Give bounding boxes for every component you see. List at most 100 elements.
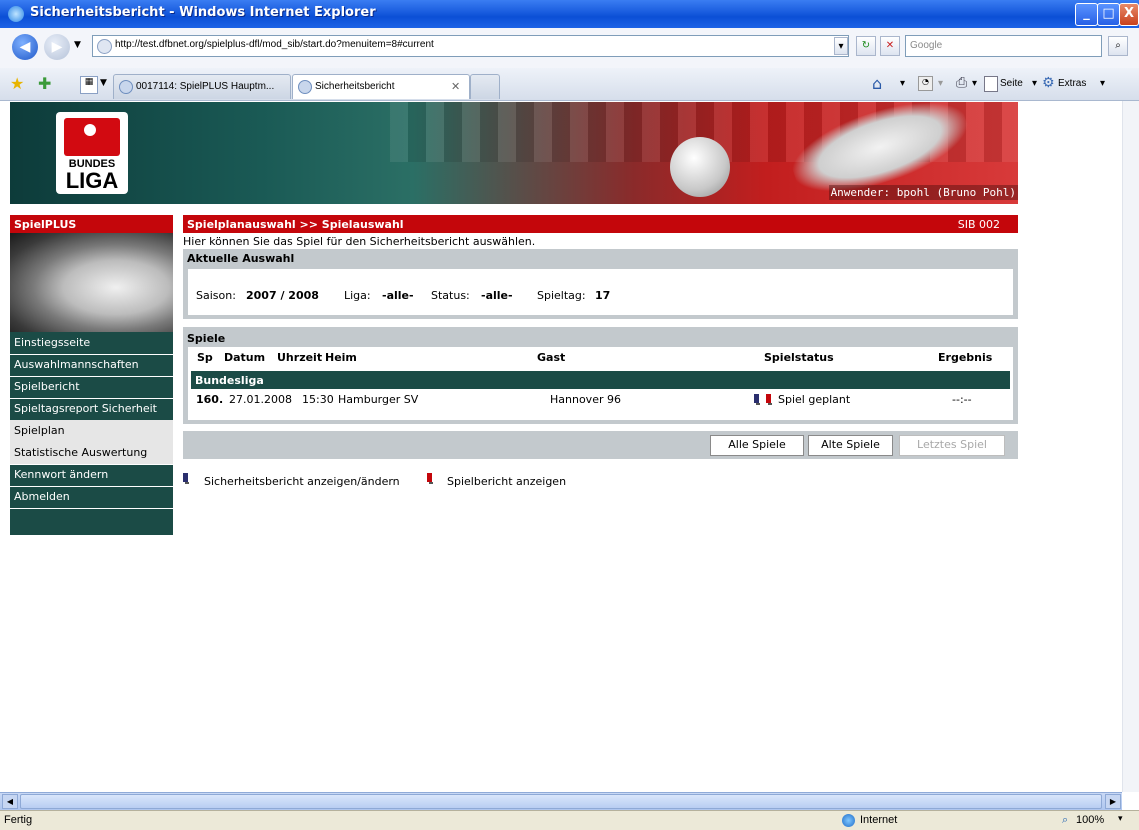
sidebar-item-statistische-auswertung[interactable]: Statistische Auswertung [10,442,173,465]
saison-label: Saison: [196,289,236,302]
forward-arrow-icon: ▶ [51,39,63,55]
refresh-button[interactable]: ↻ [856,36,876,56]
sidebar-item-spielplan[interactable]: Spielplan [10,420,173,443]
last-game-button[interactable]: Letztes Spiel [899,435,1005,456]
home-icon[interactable]: ⌂ [872,74,882,93]
intro-text: Hier können Sie das Spiel für den Sicher… [183,235,536,248]
extras-dropdown-icon[interactable]: ▾ [1100,78,1105,89]
cell-gast: Hannover 96 [550,393,621,406]
close-tab-icon[interactable]: ✕ [451,80,460,93]
url-text: http://test.dfbnet.org/spielplus-dfl/mod… [115,39,434,50]
url-dropdown-button[interactable]: ▾ [834,37,848,55]
extras-menu[interactable]: Extras [1058,78,1086,89]
tab-spielplus[interactable]: 0017114: SpielPLUS Hauptm... [113,74,291,99]
new-tab-button[interactable] [470,74,500,99]
cell-status: Spiel geplant [778,393,851,406]
football-image [670,137,730,197]
liga-label: Liga: [344,289,371,302]
sidebar-item-einstiegsseite[interactable]: Einstiegsseite [10,332,173,355]
scroll-thumb[interactable] [20,794,1102,809]
feeds-icon[interactable]: ◔ [918,76,933,91]
old-games-button[interactable]: Alte Spiele [808,435,893,456]
icon-legend: Sicherheitsbericht anzeigen/ändern Spiel… [183,473,783,489]
url-input[interactable]: http://test.dfbnet.org/spielplus-dfl/mod… [92,35,849,57]
legend-sicherheitsbericht: Sicherheitsbericht anzeigen/ändern [204,475,400,488]
quick-tabs-icon[interactable]: ▦ [80,76,98,94]
spieltag-value: 17 [595,289,611,302]
sidebar-item-spieltagsreport[interactable]: Spieltagsreport Sicherheit [10,398,173,421]
cell-uhrzeit: 15:30 [302,393,334,406]
status-bar: Fertig Internet ⌕ 100% ▾ [0,810,1139,830]
tab-list-dropdown-icon[interactable]: ▼ [100,78,107,88]
tab-sicherheitsbericht[interactable]: Sicherheitsbericht ✕ [292,74,470,99]
forward-button[interactable]: ▶ [44,34,70,60]
sicherheitsbericht-icon[interactable] [754,394,760,405]
sidebar-item-abmelden[interactable]: Abmelden [10,486,173,509]
spieltag-label: Spieltag: [537,289,586,302]
page-icon [97,39,112,54]
cell-sp: 160. [196,393,224,406]
globe-icon [842,814,855,827]
cell-heim: Hamburger SV [338,393,419,406]
maximize-button[interactable]: □ [1097,3,1120,26]
menu-title: SpielPLUS [14,218,77,231]
sidebar-item-kennwort[interactable]: Kennwort ändern [10,464,173,487]
user-info: Anwender: bpohl (Bruno Pohl) [828,185,1018,200]
games-panel: Spiele Sp Datum Uhrzeit Heim Gast Spiels… [183,327,1018,424]
col-uhrzeit: Uhrzeit [277,351,323,364]
page-menu[interactable]: Seite [1000,78,1023,89]
minimize-button[interactable]: _ [1075,3,1098,26]
zoom-icon[interactable]: ⌕ [1062,813,1068,827]
col-ergebnis: Ergebnis [938,351,993,364]
feeds-dropdown-icon[interactable]: ▾ [938,78,943,89]
spielbericht-icon[interactable] [766,394,772,405]
scroll-right-button[interactable]: ▶ [1105,794,1121,809]
vertical-scrollbar[interactable] [1122,101,1139,792]
col-datum: Datum [224,351,266,364]
zoom-dropdown-icon[interactable]: ▾ [1118,814,1123,824]
favorites-star-icon[interactable]: ★ [10,74,24,93]
extras-gear-icon[interactable]: ⚙ [1042,75,1055,91]
sidebar-item-spielbericht[interactable]: Spielbericht [10,376,173,399]
back-button[interactable]: ◀ [12,34,38,60]
search-input[interactable]: Google [905,35,1102,57]
search-icon: ⌕ [1115,40,1121,51]
league-name: Bundesliga [195,374,264,387]
saison-value: 2007 / 2008 [246,289,319,302]
print-dropdown-icon[interactable]: ▾ [972,78,977,89]
games-table: Sp Datum Uhrzeit Heim Gast Spielstatus E… [188,347,1013,420]
zoom-level[interactable]: 100% [1076,814,1104,826]
back-arrow-icon: ◀ [19,39,31,55]
home-dropdown-icon[interactable]: ▾ [900,78,905,89]
legend-spielbericht: Spielbericht anzeigen [447,475,567,488]
status-value: -alle- [481,289,513,302]
sicherheitsbericht-legend-icon [183,473,189,484]
scroll-left-button[interactable]: ◀ [2,794,18,809]
tab-label: Sicherheitsbericht [315,81,395,92]
cell-ergebnis: --:-- [952,393,972,406]
sidebar-item-auswahlmannschaften[interactable]: Auswahlmannschaften [10,354,173,377]
col-spielstatus: Spielstatus [764,351,834,364]
tab-label: 0017114: SpielPLUS Hauptm... [136,81,275,92]
stop-button[interactable]: ✕ [880,36,900,56]
league-row: Bundesliga [191,371,1010,389]
col-heim: Heim [325,351,357,364]
zone-text: Internet [860,814,898,826]
panel-title: Spiele [187,332,226,345]
history-dropdown-icon[interactable]: ▼ [74,40,81,50]
all-games-button[interactable]: Alle Spiele [710,435,804,456]
print-icon[interactable]: ⎙ [956,75,967,91]
spielbericht-legend-icon [427,473,433,484]
page-menu-icon[interactable] [984,76,998,92]
bundesliga-logo: BUNDES LIGA [56,112,128,194]
logo-player-icon [64,118,120,156]
close-button[interactable]: X [1119,3,1139,26]
search-button[interactable]: ⌕ [1108,36,1128,56]
button-bar: Alle Spiele Alte Spiele Letztes Spiel [183,431,1018,459]
search-placeholder: Google [910,40,943,51]
current-selection-panel: Aktuelle Auswahl Saison: 2007 / 2008 Lig… [183,249,1018,319]
add-favorite-icon[interactable]: ✚ [38,74,51,93]
page-menu-dropdown-icon[interactable]: ▾ [1032,78,1037,89]
logo-line2: LIGA [65,168,119,193]
status-text: Fertig [4,814,33,826]
